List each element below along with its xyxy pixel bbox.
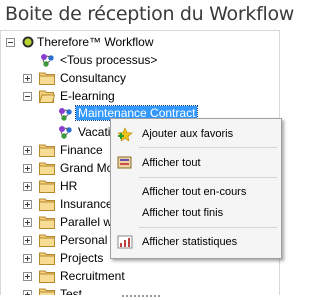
collapse-toggle[interactable] xyxy=(6,38,15,47)
tree-item-label: Vacati xyxy=(78,125,111,139)
folder-icon xyxy=(39,216,55,229)
menu-item-show-finished[interactable]: Afficher tout finis xyxy=(111,203,281,223)
process-icon xyxy=(59,108,72,121)
context-menu: Ajouter aux favoris Afficher tout Affich… xyxy=(110,118,282,259)
tree-root-label: Therefore™ Workflow xyxy=(37,35,154,49)
folder-icon xyxy=(39,180,55,193)
menu-item-show-all[interactable]: Afficher tout xyxy=(111,153,281,173)
tree-item-recruitment[interactable]: Recruitment xyxy=(1,267,277,285)
tree-root[interactable]: Therefore™ Workflow xyxy=(1,33,277,51)
expand-toggle[interactable] xyxy=(23,254,32,263)
collapse-toggle[interactable] xyxy=(23,92,32,101)
folder-icon xyxy=(39,198,55,211)
menu-item-label: Afficher statistiques xyxy=(142,236,238,248)
tree-item-consultancy[interactable]: Consultancy xyxy=(1,69,277,87)
workflow-inbox-panel: Boite de réception du Workflow Therefore… xyxy=(0,0,294,300)
tree-item-label: Insurance xyxy=(60,197,113,211)
menu-item-label: Afficher tout xyxy=(142,157,201,169)
menu-item-show-stats[interactable]: Afficher statistiques xyxy=(111,232,281,252)
folder-icon xyxy=(39,234,55,247)
expand-toggle[interactable] xyxy=(23,200,32,209)
folder-icon xyxy=(39,288,55,295)
tree-item-label: E-learning xyxy=(60,89,115,103)
expand-toggle[interactable] xyxy=(23,74,32,83)
folder-icon xyxy=(39,270,55,283)
expand-toggle[interactable] xyxy=(23,182,32,191)
menu-separator xyxy=(139,227,277,228)
menu-separator xyxy=(139,177,277,178)
expand-toggle[interactable] xyxy=(23,164,32,173)
tree-item-label: Consultancy xyxy=(60,71,127,85)
menu-item-label: Afficher tout finis xyxy=(142,207,224,219)
tree-item-all-processes[interactable]: <Tous processus> xyxy=(1,51,277,69)
tree-item-elearning[interactable]: E-learning xyxy=(1,87,277,105)
process-icon xyxy=(59,126,72,139)
folder-icon xyxy=(39,144,55,157)
tree-item-label: Personal xyxy=(60,233,108,247)
process-icon xyxy=(41,54,54,67)
menu-item-label: Ajouter aux favoris xyxy=(142,128,234,140)
tree-item-label: Projects xyxy=(60,251,104,265)
panel-title: Boite de réception du Workflow xyxy=(5,3,295,25)
tree-item-label: Recruitment xyxy=(60,269,125,283)
expand-toggle[interactable] xyxy=(23,272,32,281)
tree-item-label: <Tous processus> xyxy=(60,53,158,67)
folder-icon xyxy=(39,162,55,175)
tree-item-label: Parallel w xyxy=(60,215,113,229)
expand-toggle[interactable] xyxy=(23,146,32,155)
resize-grip[interactable] xyxy=(122,294,162,298)
statistics-chart-icon xyxy=(117,235,133,249)
menu-separator xyxy=(139,147,277,148)
folder-icon xyxy=(39,252,55,265)
menu-item-label: Afficher tout en-cours xyxy=(142,186,247,198)
folder-open-icon xyxy=(39,90,55,103)
expand-toggle[interactable] xyxy=(23,290,32,295)
tree-item-label: Grand Mo xyxy=(60,161,114,175)
expand-toggle[interactable] xyxy=(23,218,32,227)
folder-icon xyxy=(39,72,55,85)
tree-item-label: Test xyxy=(60,287,83,295)
tree-item-label: HR xyxy=(60,179,78,193)
star-add-icon xyxy=(117,127,133,141)
tree-item-label: Finance xyxy=(60,143,103,157)
menu-item-add-favorites[interactable]: Ajouter aux favoris xyxy=(111,124,281,144)
menu-item-show-in-progress[interactable]: Afficher tout en-cours xyxy=(111,182,281,202)
expand-toggle[interactable] xyxy=(23,236,32,245)
workflow-status-icon xyxy=(22,36,34,48)
inbox-list-icon xyxy=(117,156,132,169)
